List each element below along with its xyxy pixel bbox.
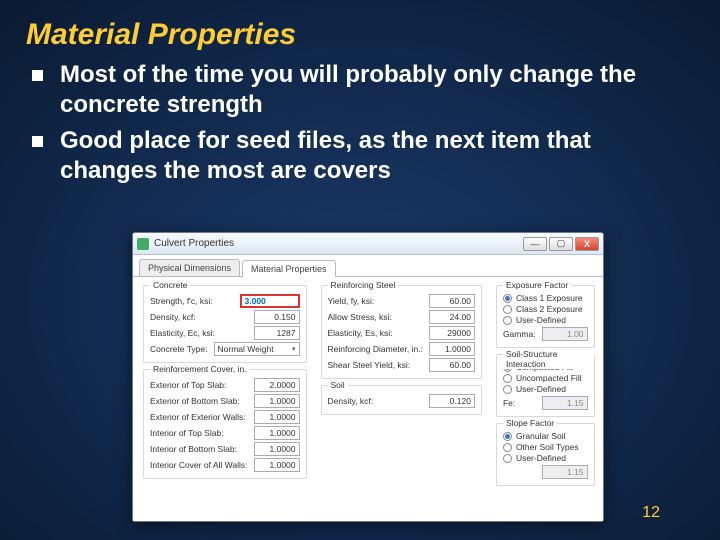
- gamma-input: 1.00: [542, 327, 588, 341]
- app-icon: [137, 238, 149, 250]
- culvert-properties-dialog: Culvert Properties — ▢ X Physical Dimens…: [132, 232, 604, 522]
- cover-int-bottom-input[interactable]: 1.0000: [254, 442, 300, 456]
- page-number: 12: [642, 504, 660, 522]
- slope-other-radio[interactable]: Other Soil Types: [503, 442, 588, 452]
- diam-label: Reinforcing Diameter, in.:: [328, 344, 423, 354]
- cover-ext-walls-input[interactable]: 1.0000: [254, 410, 300, 424]
- cover-int-top-input[interactable]: 1.0000: [254, 426, 300, 440]
- slide-title: Material Properties: [0, 0, 720, 60]
- cover-ext-top-input[interactable]: 2.0000: [254, 378, 300, 392]
- yield-input[interactable]: 60.00: [429, 294, 475, 308]
- minimize-button[interactable]: —: [523, 237, 547, 251]
- ssi-user-radio[interactable]: User-Defined: [503, 384, 588, 394]
- strength-input[interactable]: 3.000: [240, 294, 300, 308]
- slope-title: Slope Factor: [503, 418, 557, 428]
- bullet-1: Most of the time you will probably only …: [60, 60, 684, 120]
- ssi-uncompacted-radio[interactable]: Uncompacted Fill: [503, 373, 588, 383]
- soil-group: Soil Density, kcf:0.120: [321, 385, 482, 415]
- slope-user-radio[interactable]: User-Defined: [503, 453, 588, 463]
- ssi-title: Soil-Structure Interaction: [503, 349, 594, 369]
- radio-on-icon: [503, 432, 512, 441]
- cover-int-walls-label: Interior Cover of All Walls:: [150, 460, 248, 470]
- tab-strip: Physical Dimensions Material Properties: [133, 255, 603, 277]
- steel-elast-label: Elasticity, Es, ksi:: [328, 328, 423, 338]
- titlebar[interactable]: Culvert Properties — ▢ X: [133, 233, 603, 255]
- cover-int-top-label: Interior of Top Slab:: [150, 428, 248, 438]
- elasticity-label: Elasticity, Ec, ksi:: [150, 328, 248, 338]
- shear-label: Shear Steel Yield, ksi:: [328, 360, 423, 370]
- radio-off-icon: [503, 374, 512, 383]
- slope-input: 1.15: [542, 465, 588, 479]
- radio-off-icon: [503, 454, 512, 463]
- radio-off-icon: [503, 443, 512, 452]
- bullet-2: Good place for seed files, as the next i…: [60, 126, 684, 186]
- cover-ext-walls-label: Exterior of Exterior Walls:: [150, 412, 248, 422]
- cover-ext-top-label: Exterior of Top Slab:: [150, 380, 248, 390]
- maximize-button[interactable]: ▢: [549, 237, 573, 251]
- cover-title: Reinforcement Cover, in.: [150, 364, 250, 374]
- gamma-label: Gamma:: [503, 329, 536, 339]
- cover-group: Reinforcement Cover, in. Exterior of Top…: [143, 369, 307, 479]
- cover-ext-bottom-label: Exterior of Bottom Slab:: [150, 396, 248, 406]
- fe-label: Fe:: [503, 398, 536, 408]
- radio-off-icon: [503, 305, 512, 314]
- slope-granular-radio[interactable]: Granular Soil: [503, 431, 588, 441]
- shear-input[interactable]: 60.00: [429, 358, 475, 372]
- concrete-type-select[interactable]: Normal Weight: [214, 342, 300, 356]
- window-title: Culvert Properties: [154, 238, 523, 249]
- exposure-title: Exposure Factor: [503, 280, 571, 290]
- slope-group: Slope Factor Granular Soil Other Soil Ty…: [496, 423, 595, 486]
- fe-input: 1.15: [542, 396, 588, 410]
- density-input[interactable]: 0.150: [254, 310, 300, 324]
- concrete-group: Concrete Strength, f'c, ksi:3.000 Densit…: [143, 285, 307, 363]
- radio-on-icon: [503, 294, 512, 303]
- strength-label: Strength, f'c, ksi:: [150, 296, 234, 306]
- tab-physical-dimensions[interactable]: Physical Dimensions: [139, 259, 240, 276]
- exposure-class2-radio[interactable]: Class 2 Exposure: [503, 304, 588, 314]
- diam-input[interactable]: 1.0000: [429, 342, 475, 356]
- radio-off-icon: [503, 385, 512, 394]
- allow-input[interactable]: 24.00: [429, 310, 475, 324]
- exposure-class1-radio[interactable]: Class 1 Exposure: [503, 293, 588, 303]
- exposure-group: Exposure Factor Class 1 Exposure Class 2…: [496, 285, 595, 348]
- yield-label: Yield, fy, ksi:: [328, 296, 423, 306]
- concrete-type-label: Concrete Type:: [150, 344, 208, 354]
- allow-label: Allow Stress, ksi:: [328, 312, 423, 322]
- steel-group: Reinforcing Steel Yield, fy, ksi:60.00 A…: [321, 285, 482, 379]
- exposure-user-radio[interactable]: User-Defined: [503, 315, 588, 325]
- close-button[interactable]: X: [575, 237, 599, 251]
- soil-density-input[interactable]: 0.120: [429, 394, 475, 408]
- concrete-title: Concrete: [150, 280, 191, 290]
- cover-int-walls-input[interactable]: 1.0000: [254, 458, 300, 472]
- steel-title: Reinforcing Steel: [328, 280, 399, 290]
- soil-density-label: Density, kcf:: [328, 396, 423, 406]
- soil-title: Soil: [328, 380, 348, 390]
- cover-ext-bottom-input[interactable]: 1.0000: [254, 394, 300, 408]
- elasticity-input[interactable]: 1287: [254, 326, 300, 340]
- density-label: Density, kcf:: [150, 312, 248, 322]
- tab-material-properties[interactable]: Material Properties: [242, 260, 336, 277]
- steel-elast-input[interactable]: 29000: [429, 326, 475, 340]
- ssi-group: Soil-Structure Interaction Compacted Fil…: [496, 354, 595, 417]
- cover-int-bottom-label: Interior of Bottom Slab:: [150, 444, 248, 454]
- radio-off-icon: [503, 316, 512, 325]
